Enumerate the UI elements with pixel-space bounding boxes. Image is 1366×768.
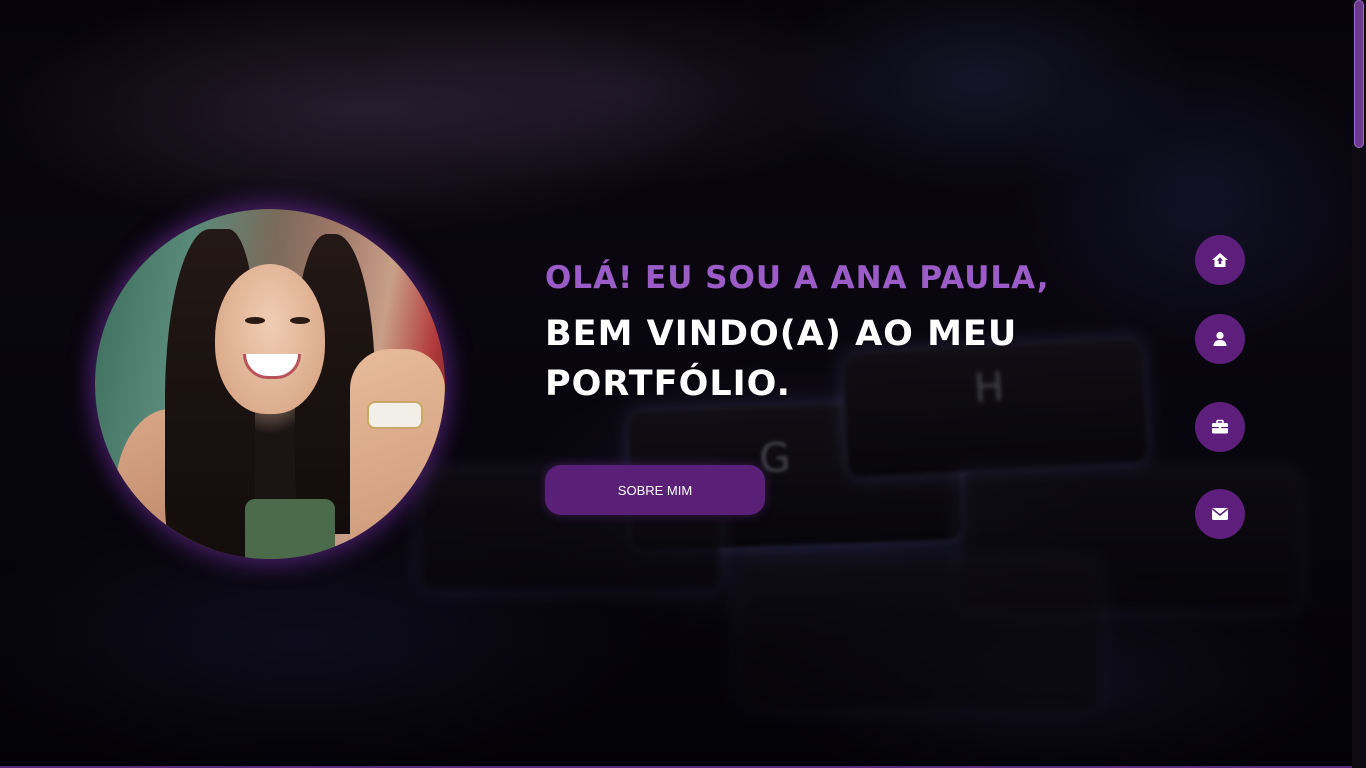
nav-home-button[interactable] <box>1195 235 1245 285</box>
photo-face <box>215 264 325 414</box>
portfolio-hero-page: G H OLÁ! EU SOU A ANA PAULA, BEM VINDO(A… <box>0 0 1366 768</box>
nav-about-button[interactable] <box>1195 314 1245 364</box>
nav-contact-button[interactable] <box>1195 489 1245 539</box>
photo-dress <box>245 499 335 559</box>
hero-greeting: OLÁ! EU SOU A ANA PAULA, <box>545 260 1050 296</box>
briefcase-icon <box>1212 419 1228 434</box>
home-icon <box>1212 253 1228 267</box>
scrollbar-thumb[interactable] <box>1354 0 1364 148</box>
about-me-button[interactable]: SOBRE MIM <box>545 465 765 515</box>
nav-portfolio-button[interactable] <box>1195 402 1245 452</box>
photo-arm <box>350 349 445 559</box>
profile-photo <box>95 209 445 559</box>
photo-eye <box>290 317 310 324</box>
envelope-icon <box>1212 508 1228 520</box>
photo-eye <box>245 317 265 324</box>
hero-welcome: BEM VINDO(A) AO MEU PORTFÓLIO. <box>545 314 1018 404</box>
photo-watch <box>367 401 423 429</box>
user-icon <box>1213 331 1227 346</box>
page-scrollbar[interactable] <box>1352 0 1366 768</box>
